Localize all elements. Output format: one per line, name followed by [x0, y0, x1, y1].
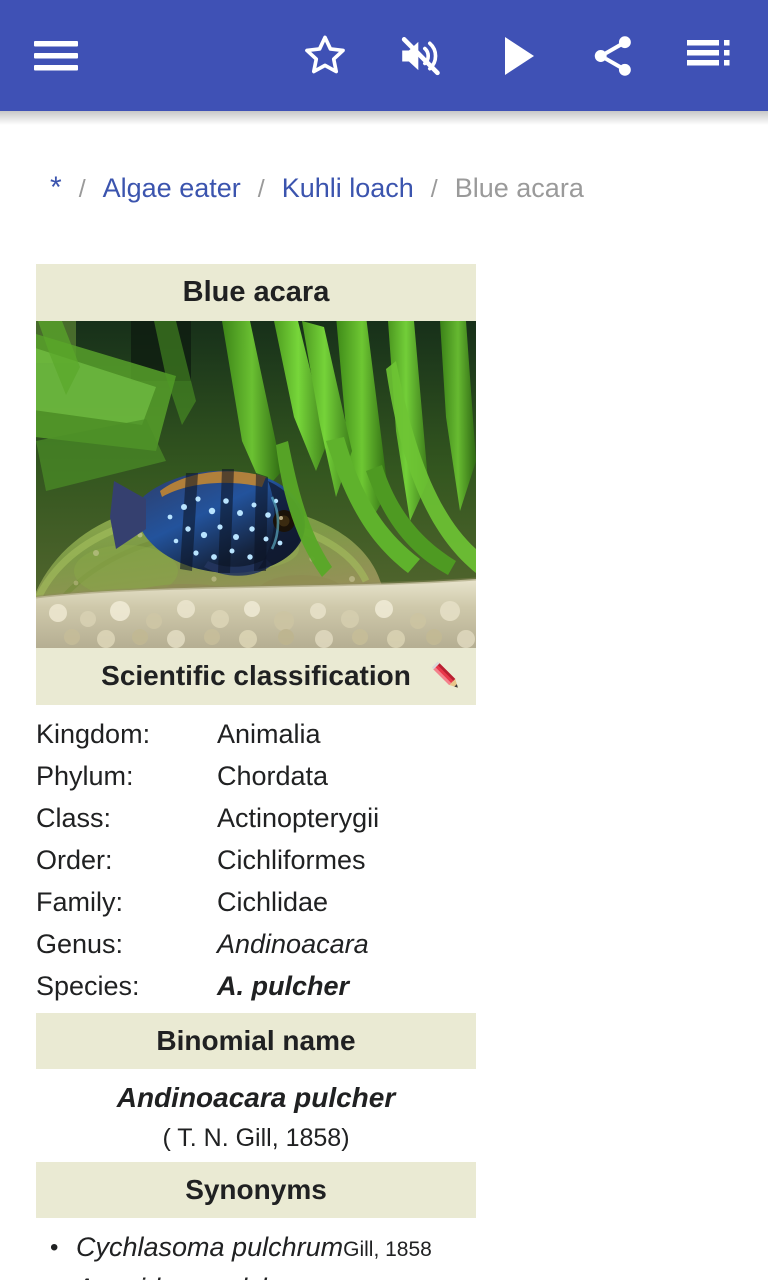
classification-table: Kingdom: Animalia Phylum: Chordata Class… — [36, 713, 476, 1007]
row-label: Class: — [36, 803, 112, 833]
mute-button[interactable] — [384, 19, 458, 93]
app-bar-shadow — [0, 111, 768, 125]
blue-acara-photo[interactable] — [36, 321, 476, 648]
table-row: Class: Actinopterygii — [36, 797, 476, 839]
share-button[interactable] — [576, 19, 650, 93]
row-value[interactable]: Cichlidae — [217, 881, 476, 923]
synonym-name: Cychlasoma pulchrum — [76, 1232, 344, 1262]
play-icon — [499, 34, 539, 78]
synonyms-list: Cychlasoma pulchrumGill, 1858 Aequidens … — [36, 1228, 476, 1280]
share-icon — [590, 33, 636, 79]
synonym-name: Aequidens pulcher — [76, 1273, 300, 1280]
row-value[interactable]: Animalia — [217, 713, 476, 755]
synonyms-header: Synonyms — [36, 1162, 476, 1218]
synonym-authority: Gill, 1858 — [343, 1238, 432, 1261]
list-icon — [687, 38, 731, 74]
mute-icon — [396, 33, 446, 79]
scientific-classification-label: Scientific classification — [101, 660, 411, 691]
table-row: Genus: Andinoacara — [36, 923, 476, 965]
pencil-icon[interactable] — [428, 658, 466, 696]
table-row: Order: Cichliformes — [36, 839, 476, 881]
scientific-classification-header: Scientific classification — [36, 648, 476, 705]
taxobox: Blue acara Scientific classification Kin… — [36, 264, 476, 1280]
play-button[interactable] — [482, 19, 556, 93]
breadcrumb-separator: / — [78, 175, 86, 203]
synonyms-label: Synonyms — [185, 1174, 327, 1205]
row-label: Species: — [36, 971, 140, 1001]
list-item: Aequidens pulcher(Gill, 1858) — [50, 1269, 476, 1280]
row-value[interactable]: Actinopterygii — [217, 797, 476, 839]
watch-button[interactable] — [288, 19, 362, 93]
list-item: Cychlasoma pulchrumGill, 1858 — [50, 1228, 476, 1269]
row-label: Genus: — [36, 929, 124, 959]
breadcrumb-home[interactable]: * — [50, 171, 62, 205]
row-value[interactable]: Cichliformes — [217, 839, 476, 881]
row-label: Phylum: — [36, 761, 134, 791]
infobox-title-bar: Blue acara — [36, 264, 476, 321]
binomial-authority: ( T. N. Gill, 1858) — [162, 1124, 350, 1152]
breadcrumb-item-algae-eater[interactable]: Algae eater — [103, 171, 241, 205]
breadcrumb-item-blue-acara: Blue acara — [454, 173, 584, 203]
row-value[interactable]: Chordata — [217, 755, 476, 797]
contents-button[interactable] — [672, 19, 746, 93]
star-icon — [302, 33, 348, 79]
breadcrumb-separator: / — [430, 175, 438, 203]
table-row: Kingdom: Animalia — [36, 713, 476, 755]
table-row: Species: A. pulcher — [36, 965, 476, 1007]
row-label: Order: — [36, 845, 113, 875]
app-bar — [0, 0, 768, 111]
binomial-name-body: Andinoacara pulcher ( T. N. Gill, 1858) — [36, 1069, 476, 1162]
breadcrumb: * / Algae eater / Kuhli loach / Blue aca… — [0, 171, 768, 206]
row-label: Kingdom: — [36, 719, 151, 749]
synonyms-body: Cychlasoma pulchrumGill, 1858 Aequidens … — [36, 1218, 476, 1280]
row-value[interactable]: Andinoacara — [217, 923, 476, 965]
table-row: Family: Cichlidae — [36, 881, 476, 923]
menu-button[interactable] — [18, 18, 94, 94]
binomial-name-label: Binomial name — [156, 1025, 356, 1056]
row-value: A. pulcher — [217, 971, 350, 1001]
binomial-name-header: Binomial name — [36, 1013, 476, 1069]
page-title: Blue acara — [182, 276, 330, 308]
aquarium-scene — [36, 321, 476, 648]
row-label: Family: — [36, 887, 123, 917]
breadcrumb-separator: / — [257, 175, 265, 203]
breadcrumb-item-kuhli-loach[interactable]: Kuhli loach — [282, 171, 414, 205]
menu-icon — [34, 39, 78, 73]
binomial-name-value: Andinoacara pulcher — [116, 1082, 396, 1113]
table-row: Phylum: Chordata — [36, 755, 476, 797]
